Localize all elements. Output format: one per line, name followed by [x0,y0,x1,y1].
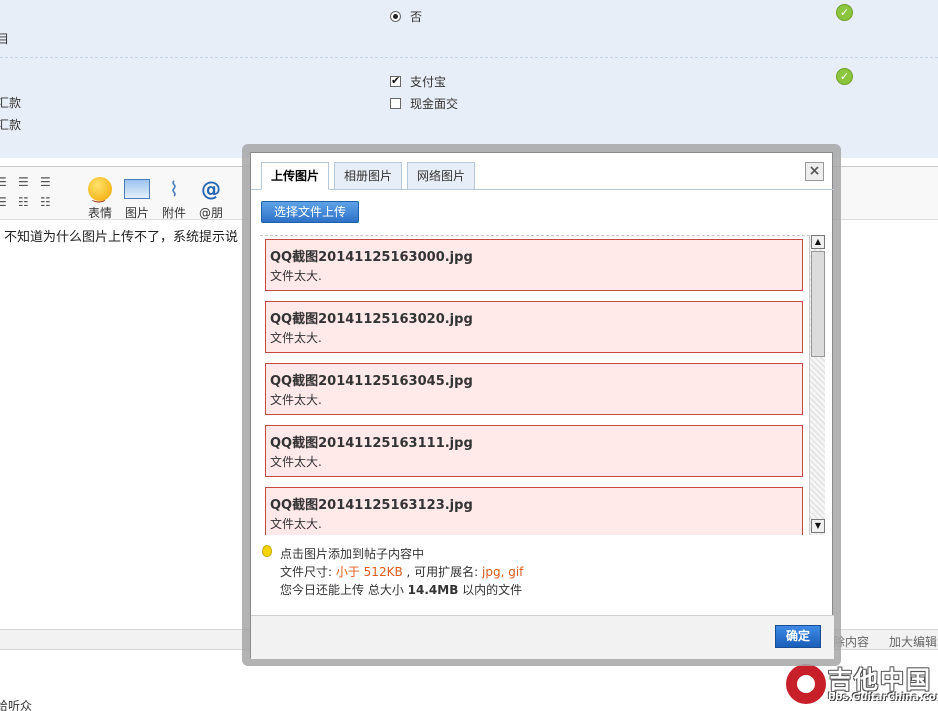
check-circle-icon: ✓ [836,68,853,85]
tip-file-limits: 文件尺寸: 小于 512KB , 可用扩展名: jpg, gif [280,563,523,580]
file-name: QQ截图20141125163000.jpg [270,250,473,265]
checkbox-icon[interactable] [390,98,401,109]
unordered-list-icon[interactable]: ☷ [40,195,51,209]
payment-label-1: 汇款 [0,96,22,110]
file-item[interactable]: QQ截图20141125163000.jpg 文件太大. [265,239,803,291]
watermark-title: 吉他中国 [828,666,932,694]
form-row-option: 目 否 ✓ [0,0,938,58]
editor-content[interactable]: 不知道为什么图片上传不了，系统提示说 [4,226,238,245]
at-icon: @ [201,177,221,201]
dialog-footer: 确定 [251,615,834,659]
file-error: 文件太大. [270,517,322,531]
ordered-list-icon[interactable]: ☷ [18,195,29,209]
image-label: 图片 [124,206,149,220]
enlarge-editor-link[interactable]: 加大编辑 [889,633,937,650]
checkbox-icon[interactable] [390,74,401,87]
file-name: QQ截图20141125163123.jpg [270,498,473,513]
file-item[interactable]: QQ截图20141125163020.jpg 文件太大. [265,301,803,353]
checkbox-alipay[interactable]: 支付宝 [390,73,446,90]
file-error: 文件太大. [270,269,322,283]
image-icon [124,179,150,199]
file-name: QQ截图20141125163045.jpg [270,374,473,389]
align-right-icon[interactable]: ☰ [40,175,51,189]
form-row-payment: 汇款 汇款 支付宝 现金面交 ✓ [0,58,938,158]
quota-value: 14.4MB [407,583,459,597]
ext-value: jpg, gif [482,565,524,579]
upload-file-list: QQ截图20141125163000.jpg 文件太大. QQ截图2014112… [260,235,825,535]
tab-upload-image[interactable]: 上传图片 [261,162,330,190]
image-upload-dialog: 上传图片 相册图片 网络图片 × 选择文件上传 QQ截图201411251630… [250,152,834,659]
row-label: 目 [0,32,10,46]
file-item[interactable]: QQ截图20141125163045.jpg 文件太大. [265,363,803,415]
attach-label: 附件 [161,206,186,220]
ext-label: , 可用扩展名: [402,565,482,579]
payment-label-2: 汇款 [0,118,22,132]
file-error: 文件太大. [270,455,322,469]
radio-label: 否 [410,10,423,24]
watermark-url: bbs.GuitarChina.com [828,692,938,703]
emoji-button[interactable]: 表情 [80,175,120,221]
tab-album-image[interactable]: 相册图片 [334,162,403,190]
radio-option-no[interactable]: 否 [390,8,422,25]
settings-form: 目 否 ✓ 汇款 汇款 支付宝 现金面交 ✓ [0,0,938,158]
file-list-scrollbar[interactable]: ▲ ▼ [809,235,825,535]
file-name: QQ截图20141125163020.jpg [270,312,473,327]
align-center-icon[interactable]: ☰ [18,175,29,189]
lightbulb-icon [262,545,272,557]
attach-button[interactable]: ⌇ 附件 [154,175,194,221]
tip-quota: 您今日还能上传 总大小 14.4MB 以内的文件 [280,581,522,598]
scrollbar-thumb[interactable] [811,251,825,357]
bottom-label: 给听众 [0,699,33,711]
size-value: 小于 512KB [335,565,403,579]
file-error: 文件太大. [270,331,322,345]
close-icon[interactable]: × [805,162,824,181]
checkbox-cash[interactable]: 现金面交 [390,95,458,112]
size-label: 文件尺寸: [280,565,336,579]
guitar-logo-icon [786,664,826,704]
scroll-up-icon[interactable]: ▲ [811,235,825,249]
radio-icon[interactable] [390,11,401,22]
file-item[interactable]: QQ截图20141125163123.jpg 文件太大. [265,487,803,535]
quota-label: 您今日还能上传 总大小 [280,583,408,597]
select-file-upload-button[interactable]: 选择文件上传 [261,201,360,223]
align-left-icon[interactable]: ☰ [0,175,7,189]
site-watermark: 吉他中国 bbs.GuitarChina.com [786,660,938,710]
dialog-tabs: 上传图片 相册图片 网络图片 × [251,153,834,190]
mention-button[interactable]: @ @朋 [191,175,231,221]
file-name: QQ截图20141125163111.jpg [270,436,473,451]
file-error: 文件太大. [270,393,322,407]
checkbox-label: 支付宝 [410,75,447,89]
quota-suffix: 以内的文件 [458,583,523,597]
file-item[interactable]: QQ截图20141125163111.jpg 文件太大. [265,425,803,477]
mention-label: @朋 [198,206,223,220]
tab-web-image[interactable]: 网络图片 [407,162,476,190]
scroll-down-icon[interactable]: ▼ [811,519,825,533]
indent-icon[interactable]: ☰ [0,195,7,209]
tip-click-to-insert: 点击图片添加到帖子内容中 [280,547,425,561]
emoji-icon [88,177,112,209]
check-circle-icon: ✓ [836,4,853,21]
paperclip-icon: ⌇ [169,177,179,201]
image-button[interactable]: 图片 [117,175,157,221]
checkbox-label: 现金面交 [410,97,459,111]
confirm-button[interactable]: 确定 [775,625,821,648]
